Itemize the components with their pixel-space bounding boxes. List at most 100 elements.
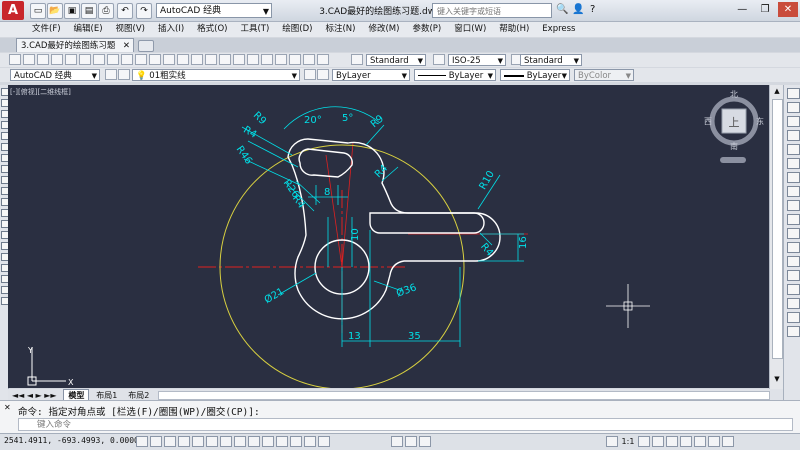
quickcalc-icon[interactable]: [303, 54, 315, 65]
workspace-toolbar-dropdown[interactable]: AutoCAD 经典 ▼: [10, 69, 100, 81]
stretch-icon[interactable]: [787, 200, 800, 211]
transparency-icon[interactable]: [290, 436, 302, 447]
sheet-set-icon[interactable]: [275, 54, 287, 65]
plot-preview-icon[interactable]: [65, 54, 77, 65]
close-tab-icon[interactable]: ✕: [123, 39, 130, 53]
workspace-switch-icon[interactable]: [665, 436, 678, 447]
close-button[interactable]: ✕: [778, 2, 798, 17]
menu-item-4[interactable]: 格式(O): [197, 22, 227, 37]
quick-view-layouts-icon[interactable]: [405, 436, 417, 447]
table-style-dropdown[interactable]: Standard ▼: [520, 54, 582, 66]
fillet-icon[interactable]: [787, 298, 800, 309]
infer-constraints-icon[interactable]: [136, 436, 148, 447]
search-input[interactable]: 键入关键字或短语: [432, 3, 552, 18]
color-dropdown[interactable]: ByLayer ▼: [332, 69, 410, 81]
markup-icon[interactable]: [289, 54, 301, 65]
join-icon[interactable]: [787, 270, 800, 281]
open-icon[interactable]: 📂: [47, 3, 63, 19]
polar-icon[interactable]: [192, 436, 204, 447]
app-menu-button[interactable]: A: [2, 1, 24, 20]
save-icon[interactable]: [37, 54, 49, 65]
rotate-icon[interactable]: [787, 172, 800, 183]
mirror-icon[interactable]: [787, 116, 800, 127]
help-icon[interactable]: ?: [590, 4, 595, 15]
annotation-visibility-icon[interactable]: [637, 436, 650, 447]
match-properties-icon[interactable]: [135, 54, 147, 65]
otrack-icon[interactable]: [234, 436, 246, 447]
menu-item-11[interactable]: 帮助(H): [499, 22, 529, 37]
make-current-icon[interactable]: [304, 69, 316, 80]
model-space-icon[interactable]: [391, 436, 403, 447]
clean-screen-icon[interactable]: [721, 436, 734, 447]
trim-icon[interactable]: [787, 214, 800, 225]
quick-view-drawings-icon[interactable]: [419, 436, 431, 447]
undo-icon[interactable]: ↶: [117, 3, 133, 19]
auto-scale-icon[interactable]: [651, 436, 664, 447]
menu-item-6[interactable]: 绘图(D): [282, 22, 312, 37]
wcs-menu-button[interactable]: [720, 157, 746, 163]
menu-item-9[interactable]: 参数(P): [412, 22, 441, 37]
zoom-previous-icon[interactable]: [219, 54, 231, 65]
command-input[interactable]: 键入命令: [18, 418, 793, 431]
quick-properties-icon[interactable]: [304, 436, 316, 447]
tool-palettes-icon[interactable]: [261, 54, 273, 65]
layer-manager-icon[interactable]: [118, 69, 130, 80]
help-icon[interactable]: [317, 54, 329, 65]
cut-icon[interactable]: [93, 54, 105, 65]
paste-icon[interactable]: [121, 54, 133, 65]
print-icon[interactable]: [51, 54, 63, 65]
pan-icon[interactable]: [177, 54, 189, 65]
grid-icon[interactable]: [164, 436, 176, 447]
scroll-up-icon[interactable]: ▲: [772, 87, 782, 97]
offset-icon[interactable]: [787, 130, 800, 141]
layer-previous-icon[interactable]: [317, 69, 329, 80]
scale-icon[interactable]: [787, 186, 800, 197]
selection-cycling-icon[interactable]: [318, 436, 330, 447]
menu-item-5[interactable]: 工具(T): [240, 22, 269, 37]
compass-north[interactable]: 北: [730, 90, 738, 99]
save-as-icon[interactable]: ▤: [81, 3, 97, 19]
dim-style-icon[interactable]: [433, 54, 445, 65]
lock-icon[interactable]: [679, 436, 692, 447]
ducs-icon[interactable]: [248, 436, 260, 447]
redo-icon[interactable]: [163, 54, 175, 65]
menu-item-8[interactable]: 修改(M): [368, 22, 399, 37]
compass-east[interactable]: 东: [756, 116, 764, 126]
copy-object-icon[interactable]: [787, 102, 800, 113]
blend-icon[interactable]: [787, 312, 800, 323]
osnap-icon[interactable]: [206, 436, 218, 447]
command-close-icon[interactable]: ✕: [4, 403, 11, 412]
menu-item-2[interactable]: 视图(V): [116, 22, 145, 37]
maximize-button[interactable]: ❐: [755, 2, 775, 17]
undo-icon[interactable]: [149, 54, 161, 65]
3d-osnap-icon[interactable]: [220, 436, 232, 447]
zoom-realtime-icon[interactable]: [191, 54, 203, 65]
explode-icon[interactable]: [787, 326, 800, 337]
viewcube[interactable]: 上 北 南 东 西: [704, 90, 764, 163]
erase-icon[interactable]: [787, 88, 800, 99]
dyn-icon[interactable]: [262, 436, 274, 447]
scroll-down-icon[interactable]: ▼: [772, 375, 782, 385]
coordinate-readout[interactable]: 2541.4911, -693.4993, 0.0000: [4, 436, 139, 445]
plotstyle-dropdown[interactable]: ByColor ▼: [574, 69, 634, 81]
new-icon[interactable]: [9, 54, 21, 65]
open-icon[interactable]: [23, 54, 35, 65]
new-tab-button[interactable]: [138, 40, 154, 52]
linetype-dropdown[interactable]: ByLayer ▼: [414, 69, 496, 81]
user-icon[interactable]: 👤: [572, 4, 584, 15]
compass-south[interactable]: 南: [730, 141, 738, 151]
scroll-thumb[interactable]: [772, 99, 783, 359]
vertical-scrollbar[interactable]: ▲ ▼: [769, 85, 784, 389]
copy-icon[interactable]: [107, 54, 119, 65]
zoom-window-icon[interactable]: [205, 54, 217, 65]
menu-item-10[interactable]: 窗口(W): [454, 22, 486, 37]
redo-icon[interactable]: ↷: [136, 3, 152, 19]
move-icon[interactable]: [787, 158, 800, 169]
settings-icon[interactable]: [105, 69, 117, 80]
annotation-scale-icon[interactable]: [606, 436, 618, 447]
menu-item-3[interactable]: 插入(I): [158, 22, 184, 37]
drawing-canvas[interactable]: [-][俯视][二维线框] R9 20° 5° R9 R4 R46 R4 R26…: [8, 85, 769, 388]
chamfer-icon[interactable]: [787, 284, 800, 295]
lineweight-icon[interactable]: [276, 436, 288, 447]
snap-icon[interactable]: [150, 436, 162, 447]
